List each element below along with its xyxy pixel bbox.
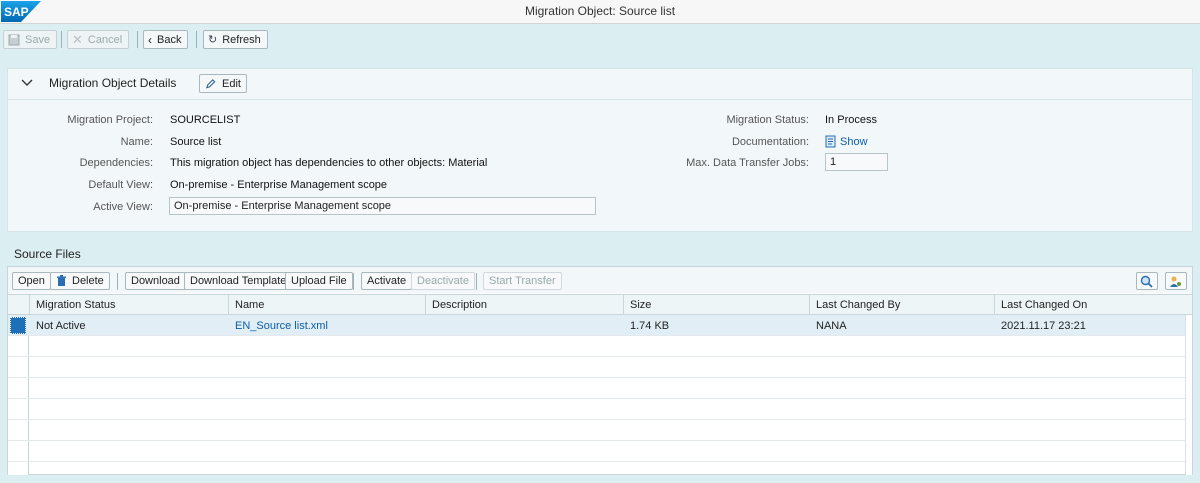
panel-header: Migration Object Details Edit xyxy=(8,69,1192,100)
main-toolbar: Save ✕ Cancel ‹ Back ↻ Refresh xyxy=(0,24,1200,57)
refresh-label: Refresh xyxy=(222,33,261,46)
max-jobs-field[interactable]: 1 xyxy=(825,153,888,171)
empty-table-row xyxy=(8,336,1192,357)
active-view-field[interactable]: On-premise - Enterprise Management scope xyxy=(169,197,596,215)
documentation-show-label: Show xyxy=(840,135,868,148)
default-view-value: On-premise - Enterprise Management scope xyxy=(170,179,388,191)
empty-table-row xyxy=(8,462,1192,483)
empty-table-row xyxy=(8,441,1192,462)
source-files-title: Source Files xyxy=(14,247,81,261)
column-header-last-changed-by[interactable]: Last Changed By xyxy=(816,299,900,311)
cancel-label: Cancel xyxy=(87,33,123,46)
toolbar-separator xyxy=(196,31,197,48)
column-header-name[interactable]: Name xyxy=(235,299,264,311)
cell-migration-status: Not Active xyxy=(36,320,86,332)
empty-table-row xyxy=(8,399,1192,420)
deactivate-label: Deactivate xyxy=(417,275,469,287)
empty-table-row xyxy=(8,357,1192,378)
edit-button[interactable]: Edit xyxy=(199,74,247,93)
dependencies-value: This migration object has dependencies t… xyxy=(170,157,488,169)
column-divider xyxy=(228,294,229,315)
cancel-button[interactable]: ✕ Cancel xyxy=(67,30,130,49)
name-value: Source list xyxy=(170,136,222,148)
back-button[interactable]: ‹ Back xyxy=(143,30,189,49)
migration-project-value: SOURCELIST xyxy=(170,114,241,126)
cell-last-changed-on: 2021.11.17 23:21 xyxy=(1001,320,1086,332)
download-template-button[interactable]: Download Template xyxy=(184,272,293,290)
migration-project-label: Migration Project: xyxy=(67,114,153,126)
migration-object-details-panel: Migration Object Details Edit Migration … xyxy=(7,68,1193,232)
refresh-icon: ↻ xyxy=(208,34,218,46)
empty-table-row xyxy=(8,378,1192,399)
back-label: Back xyxy=(157,33,182,46)
dependencies-label: Dependencies: xyxy=(79,157,153,169)
column-header-last-changed-on[interactable]: Last Changed On xyxy=(1001,299,1087,311)
download-label: Download xyxy=(131,275,180,287)
column-divider xyxy=(994,294,995,315)
start-transfer-label: Start Transfer xyxy=(489,275,556,287)
find-button[interactable] xyxy=(1136,272,1158,290)
activate-label: Activate xyxy=(367,275,407,287)
toolbar-separator xyxy=(353,273,354,290)
column-divider xyxy=(29,294,30,315)
column-divider xyxy=(809,294,810,315)
toolbar-separator xyxy=(476,273,477,290)
toolbar-separator xyxy=(137,31,138,48)
pencil-icon xyxy=(206,78,216,88)
search-icon xyxy=(1140,275,1153,288)
window-title: Migration Object: Source list xyxy=(524,4,676,18)
title-bar: SAP Migration Object: Source list xyxy=(0,0,1200,24)
cell-last-changed-by: NANA xyxy=(816,320,847,332)
column-header-migration-status[interactable]: Migration Status xyxy=(36,299,115,311)
row-selector[interactable] xyxy=(10,317,26,334)
upload-file-label: Upload File xyxy=(291,275,347,287)
column-divider xyxy=(425,294,426,315)
vertical-scrollbar[interactable] xyxy=(1185,315,1192,475)
grid-toolbar: Open Delete Download Download Template U… xyxy=(8,267,1192,293)
empty-table-row xyxy=(8,420,1192,441)
download-button[interactable]: Download xyxy=(125,272,186,290)
max-jobs-label: Max. Data Transfer Jobs: xyxy=(686,157,809,169)
download-template-label: Download Template xyxy=(190,275,287,287)
active-view-label: Active View: xyxy=(93,201,153,213)
delete-label: Delete xyxy=(72,275,104,287)
toolbar-separator xyxy=(117,273,118,290)
open-button[interactable]: Open xyxy=(12,272,51,290)
migration-status-label: Migration Status: xyxy=(726,114,809,126)
open-label: Open xyxy=(18,275,45,287)
documentation-label: Documentation: xyxy=(731,136,809,148)
refresh-button[interactable]: ↻ Refresh xyxy=(203,30,268,49)
activate-button[interactable]: Activate xyxy=(361,272,413,290)
panel-title: Migration Object Details xyxy=(49,76,177,90)
default-view-label: Default View: xyxy=(88,179,153,191)
table-row[interactable]: Not Active EN_Source list.xml 1.74 KB NA… xyxy=(8,315,1192,336)
documentation-show-link[interactable]: Show xyxy=(825,135,868,148)
save-label: Save xyxy=(25,33,51,46)
column-divider xyxy=(623,294,624,315)
source-files-grid: Open Delete Download Download Template U… xyxy=(7,266,1193,483)
save-icon xyxy=(8,34,20,45)
column-header-size[interactable]: Size xyxy=(630,299,651,311)
column-header-description[interactable]: Description xyxy=(432,299,487,311)
upload-file-button[interactable]: Upload File xyxy=(285,272,353,290)
cell-file-name-link[interactable]: EN_Source list.xml xyxy=(235,320,328,332)
name-label: Name: xyxy=(120,136,153,148)
trash-icon xyxy=(57,275,66,286)
edit-label: Edit xyxy=(222,77,241,90)
user-settings-icon xyxy=(1170,276,1181,287)
document-icon xyxy=(825,135,836,148)
delete-button[interactable]: Delete xyxy=(50,272,110,290)
toolbar-separator xyxy=(61,31,62,48)
user-settings-button[interactable] xyxy=(1165,272,1187,290)
start-transfer-button[interactable]: Start Transfer xyxy=(483,272,562,290)
cell-size: 1.74 KB xyxy=(630,320,670,332)
close-icon: ✕ xyxy=(72,31,83,47)
chevron-down-icon[interactable] xyxy=(20,76,34,90)
chevron-left-icon: ‹ xyxy=(148,32,152,47)
deactivate-button[interactable]: Deactivate xyxy=(411,272,475,290)
grid-header-row: Migration Status Name Description Size L… xyxy=(8,294,1192,315)
migration-status-value: In Process xyxy=(825,114,877,126)
save-button[interactable]: Save xyxy=(3,30,58,49)
